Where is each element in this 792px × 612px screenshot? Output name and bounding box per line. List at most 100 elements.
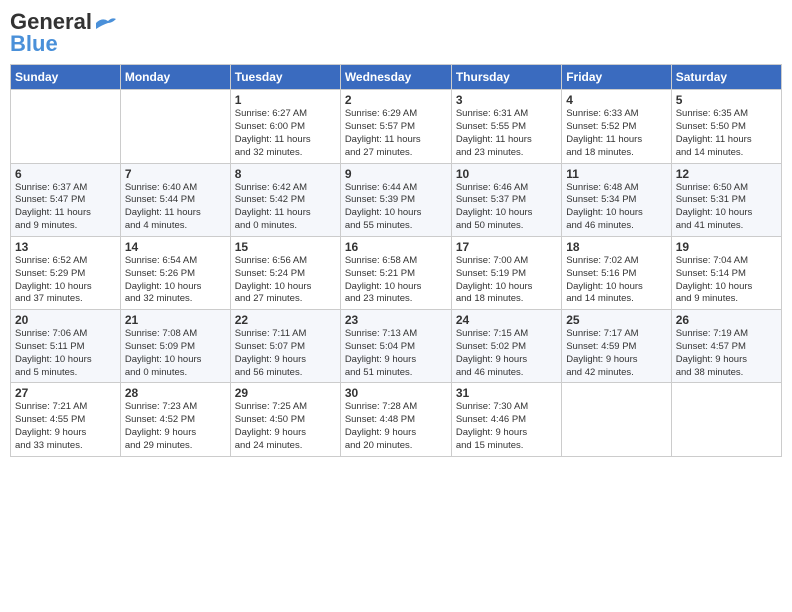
weekday-header-monday: Monday bbox=[120, 65, 230, 90]
week-row-1: 1Sunrise: 6:27 AM Sunset: 6:00 PM Daylig… bbox=[11, 90, 782, 163]
day-cell: 10Sunrise: 6:46 AM Sunset: 5:37 PM Dayli… bbox=[451, 163, 561, 236]
day-info: Sunrise: 7:13 AM Sunset: 5:04 PM Dayligh… bbox=[345, 328, 447, 379]
day-info: Sunrise: 6:50 AM Sunset: 5:31 PM Dayligh… bbox=[676, 182, 777, 233]
weekday-header-friday: Friday bbox=[562, 65, 671, 90]
day-info: Sunrise: 7:08 AM Sunset: 5:09 PM Dayligh… bbox=[125, 328, 226, 379]
day-info: Sunrise: 6:56 AM Sunset: 5:24 PM Dayligh… bbox=[235, 255, 336, 306]
day-info: Sunrise: 7:00 AM Sunset: 5:19 PM Dayligh… bbox=[456, 255, 557, 306]
day-number: 30 bbox=[345, 386, 447, 400]
weekday-header-saturday: Saturday bbox=[671, 65, 781, 90]
day-info: Sunrise: 6:40 AM Sunset: 5:44 PM Dayligh… bbox=[125, 182, 226, 233]
day-number: 28 bbox=[125, 386, 226, 400]
day-number: 15 bbox=[235, 240, 336, 254]
logo-blue-text: Blue bbox=[10, 32, 58, 56]
day-cell: 25Sunrise: 7:17 AM Sunset: 4:59 PM Dayli… bbox=[562, 310, 671, 383]
day-number: 6 bbox=[15, 167, 116, 181]
day-cell: 16Sunrise: 6:58 AM Sunset: 5:21 PM Dayli… bbox=[340, 236, 451, 309]
day-cell: 26Sunrise: 7:19 AM Sunset: 4:57 PM Dayli… bbox=[671, 310, 781, 383]
day-info: Sunrise: 7:30 AM Sunset: 4:46 PM Dayligh… bbox=[456, 401, 557, 452]
day-info: Sunrise: 6:48 AM Sunset: 5:34 PM Dayligh… bbox=[566, 182, 666, 233]
day-number: 24 bbox=[456, 313, 557, 327]
day-info: Sunrise: 6:35 AM Sunset: 5:50 PM Dayligh… bbox=[676, 108, 777, 159]
day-number: 25 bbox=[566, 313, 666, 327]
calendar-body: 1Sunrise: 6:27 AM Sunset: 6:00 PM Daylig… bbox=[11, 90, 782, 456]
day-info: Sunrise: 6:46 AM Sunset: 5:37 PM Dayligh… bbox=[456, 182, 557, 233]
day-cell: 18Sunrise: 7:02 AM Sunset: 5:16 PM Dayli… bbox=[562, 236, 671, 309]
day-number: 19 bbox=[676, 240, 777, 254]
day-info: Sunrise: 7:28 AM Sunset: 4:48 PM Dayligh… bbox=[345, 401, 447, 452]
weekday-header-sunday: Sunday bbox=[11, 65, 121, 90]
day-cell: 19Sunrise: 7:04 AM Sunset: 5:14 PM Dayli… bbox=[671, 236, 781, 309]
page: General Blue SundayMondayTuesdayWednesda… bbox=[0, 0, 792, 612]
day-cell: 15Sunrise: 6:56 AM Sunset: 5:24 PM Dayli… bbox=[230, 236, 340, 309]
day-cell: 31Sunrise: 7:30 AM Sunset: 4:46 PM Dayli… bbox=[451, 383, 561, 456]
day-info: Sunrise: 7:25 AM Sunset: 4:50 PM Dayligh… bbox=[235, 401, 336, 452]
calendar-header: SundayMondayTuesdayWednesdayThursdayFrid… bbox=[11, 65, 782, 90]
day-number: 5 bbox=[676, 93, 777, 107]
day-cell: 21Sunrise: 7:08 AM Sunset: 5:09 PM Dayli… bbox=[120, 310, 230, 383]
logo: General Blue bbox=[10, 10, 116, 56]
day-info: Sunrise: 7:06 AM Sunset: 5:11 PM Dayligh… bbox=[15, 328, 116, 379]
day-info: Sunrise: 7:23 AM Sunset: 4:52 PM Dayligh… bbox=[125, 401, 226, 452]
day-cell: 17Sunrise: 7:00 AM Sunset: 5:19 PM Dayli… bbox=[451, 236, 561, 309]
day-info: Sunrise: 6:52 AM Sunset: 5:29 PM Dayligh… bbox=[15, 255, 116, 306]
day-info: Sunrise: 6:42 AM Sunset: 5:42 PM Dayligh… bbox=[235, 182, 336, 233]
day-cell: 4Sunrise: 6:33 AM Sunset: 5:52 PM Daylig… bbox=[562, 90, 671, 163]
day-number: 17 bbox=[456, 240, 557, 254]
logo-bird-icon bbox=[94, 15, 116, 31]
day-cell: 24Sunrise: 7:15 AM Sunset: 5:02 PM Dayli… bbox=[451, 310, 561, 383]
day-cell: 22Sunrise: 7:11 AM Sunset: 5:07 PM Dayli… bbox=[230, 310, 340, 383]
day-number: 23 bbox=[345, 313, 447, 327]
day-number: 9 bbox=[345, 167, 447, 181]
calendar: SundayMondayTuesdayWednesdayThursdayFrid… bbox=[10, 64, 782, 456]
day-number: 29 bbox=[235, 386, 336, 400]
day-info: Sunrise: 6:37 AM Sunset: 5:47 PM Dayligh… bbox=[15, 182, 116, 233]
week-row-2: 6Sunrise: 6:37 AM Sunset: 5:47 PM Daylig… bbox=[11, 163, 782, 236]
day-number: 10 bbox=[456, 167, 557, 181]
day-info: Sunrise: 6:29 AM Sunset: 5:57 PM Dayligh… bbox=[345, 108, 447, 159]
day-info: Sunrise: 7:04 AM Sunset: 5:14 PM Dayligh… bbox=[676, 255, 777, 306]
day-info: Sunrise: 6:44 AM Sunset: 5:39 PM Dayligh… bbox=[345, 182, 447, 233]
weekday-header-thursday: Thursday bbox=[451, 65, 561, 90]
day-number: 31 bbox=[456, 386, 557, 400]
day-cell: 14Sunrise: 6:54 AM Sunset: 5:26 PM Dayli… bbox=[120, 236, 230, 309]
day-cell bbox=[671, 383, 781, 456]
day-cell: 1Sunrise: 6:27 AM Sunset: 6:00 PM Daylig… bbox=[230, 90, 340, 163]
day-cell: 12Sunrise: 6:50 AM Sunset: 5:31 PM Dayli… bbox=[671, 163, 781, 236]
day-number: 20 bbox=[15, 313, 116, 327]
day-cell: 29Sunrise: 7:25 AM Sunset: 4:50 PM Dayli… bbox=[230, 383, 340, 456]
day-number: 22 bbox=[235, 313, 336, 327]
day-number: 14 bbox=[125, 240, 226, 254]
day-cell: 23Sunrise: 7:13 AM Sunset: 5:04 PM Dayli… bbox=[340, 310, 451, 383]
day-cell bbox=[120, 90, 230, 163]
day-number: 26 bbox=[676, 313, 777, 327]
day-info: Sunrise: 6:54 AM Sunset: 5:26 PM Dayligh… bbox=[125, 255, 226, 306]
day-number: 4 bbox=[566, 93, 666, 107]
day-cell: 20Sunrise: 7:06 AM Sunset: 5:11 PM Dayli… bbox=[11, 310, 121, 383]
day-info: Sunrise: 6:31 AM Sunset: 5:55 PM Dayligh… bbox=[456, 108, 557, 159]
day-number: 11 bbox=[566, 167, 666, 181]
day-cell: 9Sunrise: 6:44 AM Sunset: 5:39 PM Daylig… bbox=[340, 163, 451, 236]
week-row-5: 27Sunrise: 7:21 AM Sunset: 4:55 PM Dayli… bbox=[11, 383, 782, 456]
day-number: 8 bbox=[235, 167, 336, 181]
day-info: Sunrise: 7:15 AM Sunset: 5:02 PM Dayligh… bbox=[456, 328, 557, 379]
day-number: 1 bbox=[235, 93, 336, 107]
day-info: Sunrise: 7:21 AM Sunset: 4:55 PM Dayligh… bbox=[15, 401, 116, 452]
week-row-4: 20Sunrise: 7:06 AM Sunset: 5:11 PM Dayli… bbox=[11, 310, 782, 383]
day-info: Sunrise: 6:33 AM Sunset: 5:52 PM Dayligh… bbox=[566, 108, 666, 159]
day-info: Sunrise: 7:11 AM Sunset: 5:07 PM Dayligh… bbox=[235, 328, 336, 379]
weekday-header-wednesday: Wednesday bbox=[340, 65, 451, 90]
day-number: 21 bbox=[125, 313, 226, 327]
day-number: 27 bbox=[15, 386, 116, 400]
day-number: 2 bbox=[345, 93, 447, 107]
day-cell: 30Sunrise: 7:28 AM Sunset: 4:48 PM Dayli… bbox=[340, 383, 451, 456]
day-cell bbox=[11, 90, 121, 163]
day-cell: 11Sunrise: 6:48 AM Sunset: 5:34 PM Dayli… bbox=[562, 163, 671, 236]
day-info: Sunrise: 7:19 AM Sunset: 4:57 PM Dayligh… bbox=[676, 328, 777, 379]
day-cell: 2Sunrise: 6:29 AM Sunset: 5:57 PM Daylig… bbox=[340, 90, 451, 163]
day-number: 18 bbox=[566, 240, 666, 254]
day-cell: 28Sunrise: 7:23 AM Sunset: 4:52 PM Dayli… bbox=[120, 383, 230, 456]
day-cell bbox=[562, 383, 671, 456]
day-cell: 8Sunrise: 6:42 AM Sunset: 5:42 PM Daylig… bbox=[230, 163, 340, 236]
day-cell: 27Sunrise: 7:21 AM Sunset: 4:55 PM Dayli… bbox=[11, 383, 121, 456]
